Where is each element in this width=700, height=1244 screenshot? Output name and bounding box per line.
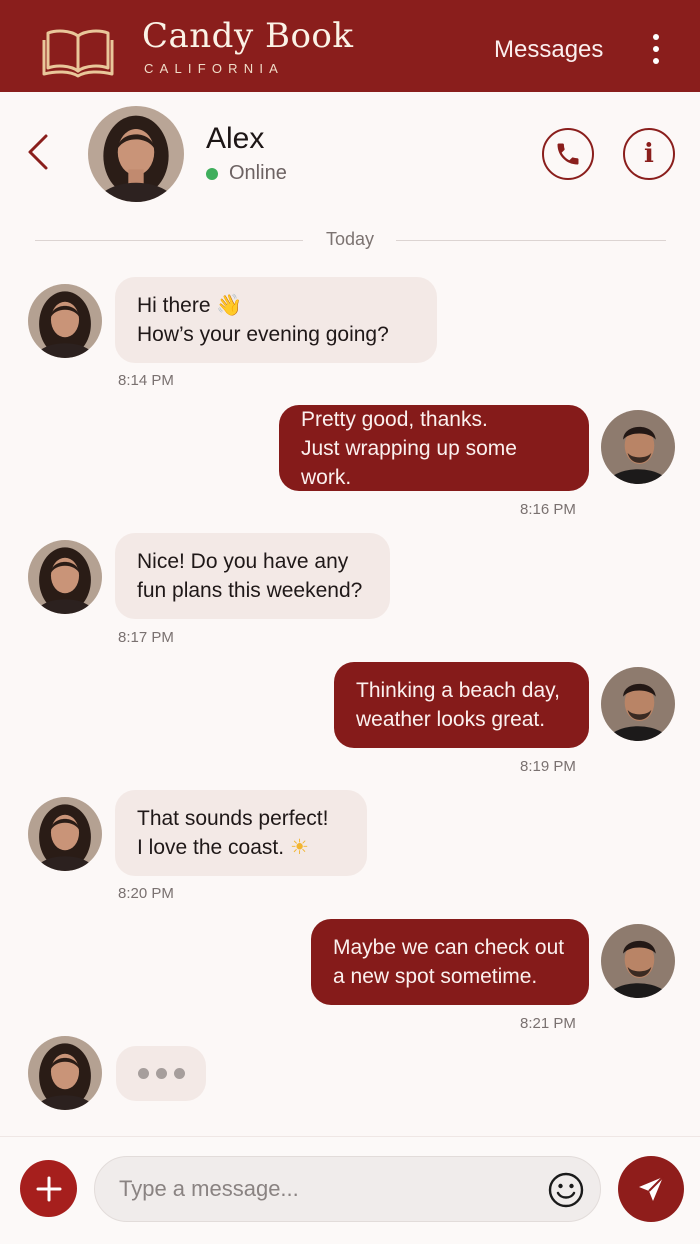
app-subtitle: CALIFORNIA [144, 61, 285, 76]
sender-avatar[interactable] [28, 284, 102, 358]
typing-indicator [116, 1046, 206, 1101]
call-button[interactable] [542, 128, 594, 180]
message-line: That sounds perfect! [137, 807, 329, 830]
paper-plane-icon [639, 1176, 664, 1201]
sender-avatar[interactable] [28, 797, 102, 871]
divider-line-left [35, 240, 303, 241]
send-button[interactable] [618, 1156, 684, 1222]
message-line: a new spot sometime. [333, 965, 538, 988]
add-attachment-button[interactable] [20, 1160, 77, 1217]
message-line: Thinking a beach day, [356, 679, 560, 702]
contact-avatar[interactable] [88, 106, 184, 202]
info-button[interactable]: i [623, 128, 675, 180]
messages-nav-link[interactable]: Messages [494, 36, 603, 64]
message-line: How’s your evening going? [137, 323, 389, 346]
status-text: Online [229, 162, 287, 184]
chevron-left-icon [28, 134, 48, 170]
app-name: Candy Book [142, 16, 354, 56]
incoming-message-bubble[interactable]: Hi there 👋 How’s your evening going? [115, 277, 437, 363]
message-timestamp: 8:19 PM [520, 758, 576, 775]
outgoing-message-bubble[interactable]: Maybe we can check out a new spot someti… [311, 919, 589, 1005]
sender-avatar[interactable] [28, 1036, 102, 1110]
my-avatar[interactable] [601, 924, 675, 998]
waving-hand-emoji: 👋 [216, 293, 243, 317]
outgoing-message-bubble[interactable]: Thinking a beach day, weather looks grea… [334, 662, 589, 748]
message-line: Just wrapping up some work. [301, 436, 517, 489]
message-line: Nice! Do you have any [137, 550, 349, 573]
brand: Candy Book CALIFORNIA [142, 16, 354, 76]
info-icon: i [644, 139, 654, 169]
message-timestamp: 8:14 PM [118, 372, 174, 389]
outgoing-message-bubble[interactable]: Pretty good, thanks. Just wrapping up so… [279, 405, 589, 491]
my-avatar[interactable] [601, 410, 675, 484]
contact-status: Online [206, 162, 287, 185]
my-avatar[interactable] [601, 667, 675, 741]
online-indicator [206, 167, 218, 180]
message-line: I love the coast. ☀ [137, 835, 309, 859]
day-divider-label: Today [325, 229, 375, 249]
message-line: weather looks great. [356, 708, 546, 731]
message-timestamp: 8:16 PM [520, 501, 576, 518]
plus-icon [36, 1176, 61, 1201]
message-line: Hi there 👋 [137, 293, 243, 317]
phone-icon [557, 143, 579, 165]
message-line: Maybe we can check out [333, 936, 565, 959]
message-timestamp: 8:21 PM [520, 1015, 576, 1032]
message-input-wrapper [94, 1156, 601, 1222]
app-header: Candy Book CALIFORNIA Messages [0, 0, 700, 92]
divider-line-right [396, 240, 666, 241]
message-line: fun plans this weekend? [137, 579, 363, 602]
open-book-icon [42, 29, 114, 78]
sun-emoji: ☀ [289, 835, 309, 859]
message-input[interactable] [119, 1171, 529, 1207]
incoming-message-bubble[interactable]: That sounds perfect! I love the coast. ☀ [115, 790, 367, 876]
message-line: Pretty good, thanks. [301, 407, 488, 431]
message-timestamp: 8:20 PM [118, 885, 174, 902]
contact-name: Alex [206, 122, 265, 155]
vertical-dots-icon[interactable] [646, 34, 666, 68]
sender-avatar[interactable] [28, 540, 102, 614]
back-button[interactable] [22, 130, 58, 174]
message-timestamp: 8:17 PM [118, 629, 174, 646]
incoming-message-bubble[interactable]: Nice! Do you have any fun plans this wee… [115, 533, 390, 619]
smiley-icon[interactable] [547, 1171, 585, 1209]
